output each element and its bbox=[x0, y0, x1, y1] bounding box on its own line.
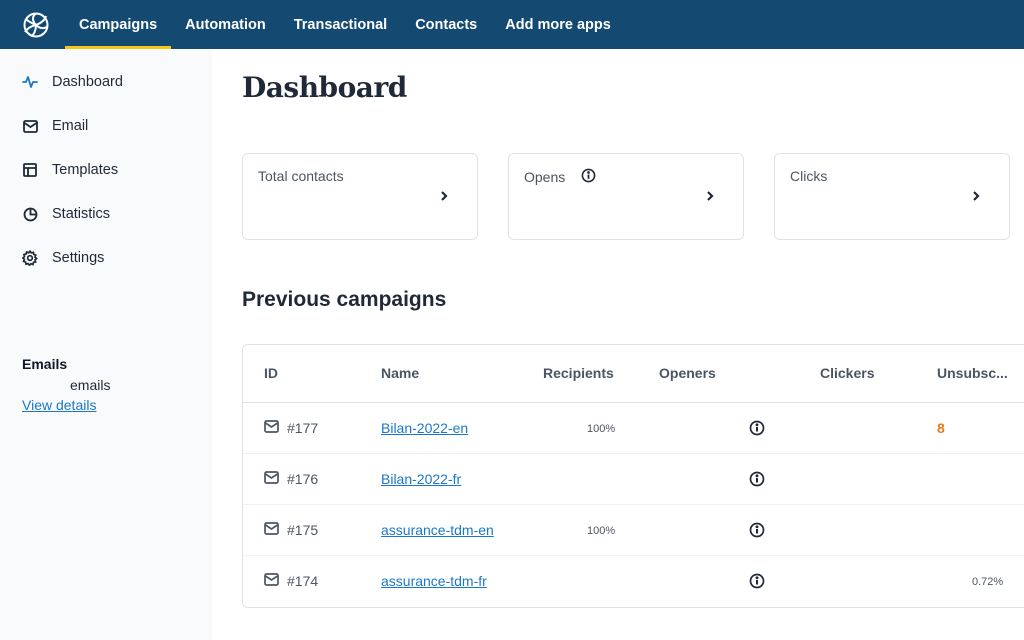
info-icon[interactable] bbox=[749, 522, 765, 538]
top-nav: Campaigns Automation Transactional Conta… bbox=[65, 0, 625, 49]
campaigns-table: ID Name Recipients Openers Clickers Unsu… bbox=[242, 344, 1024, 608]
layout-icon bbox=[22, 162, 38, 178]
sidebar-item-label: Email bbox=[52, 118, 89, 134]
sidebar: Dashboard Email Templates Statistics Set… bbox=[0, 49, 212, 640]
envelope-icon bbox=[264, 522, 279, 538]
campaign-name-link[interactable]: assurance-tdm-fr bbox=[381, 573, 487, 589]
card-total-contacts[interactable]: Total contacts bbox=[242, 153, 478, 240]
envelope-icon bbox=[264, 420, 279, 436]
main-content: Dashboard Total contacts Opens Clicks Pr… bbox=[212, 49, 1024, 640]
campaign-name-link[interactable]: Bilan-2022-en bbox=[381, 420, 468, 436]
campaign-name-link[interactable]: Bilan-2022-fr bbox=[381, 471, 461, 487]
tab-campaigns[interactable]: Campaigns bbox=[65, 0, 172, 49]
emails-count: emails bbox=[70, 377, 111, 393]
column-header-recipients[interactable]: Recipients bbox=[543, 365, 614, 381]
campaign-id: #174 bbox=[287, 573, 319, 589]
campaign-id: #175 bbox=[287, 522, 319, 538]
chevron-right-icon bbox=[971, 189, 981, 203]
tab-contacts[interactable]: Contacts bbox=[401, 0, 491, 49]
card-clicks[interactable]: Clicks bbox=[774, 153, 1010, 240]
column-header-name[interactable]: Name bbox=[381, 365, 419, 381]
column-header-unsubscribed[interactable]: Unsubsc... bbox=[937, 365, 1008, 381]
sidebar-item-dashboard[interactable]: Dashboard bbox=[22, 74, 123, 90]
card-label: Opens bbox=[524, 169, 566, 185]
emails-title: Emails bbox=[22, 356, 68, 372]
info-icon[interactable] bbox=[749, 471, 765, 487]
sidebar-item-settings[interactable]: Settings bbox=[22, 250, 104, 266]
table-header: ID Name Recipients Openers Clickers Unsu… bbox=[243, 345, 1024, 403]
sidebar-item-email[interactable]: Email bbox=[22, 118, 88, 134]
pie-chart-icon bbox=[22, 206, 38, 222]
table-row[interactable]: #177 Bilan-2022-en 100% 8 bbox=[243, 403, 1024, 454]
tab-add-more-apps[interactable]: Add more apps bbox=[491, 0, 625, 49]
column-header-clickers[interactable]: Clickers bbox=[820, 365, 874, 381]
sidebar-item-label: Dashboard bbox=[52, 74, 123, 90]
sidebar-item-statistics[interactable]: Statistics bbox=[22, 206, 110, 222]
envelope-icon bbox=[264, 573, 279, 589]
section-title-previous-campaigns: Previous campaigns bbox=[242, 288, 447, 311]
top-navigation-bar: Campaigns Automation Transactional Conta… bbox=[0, 0, 1024, 49]
campaign-id: #177 bbox=[287, 420, 319, 436]
tab-automation[interactable]: Automation bbox=[171, 0, 280, 49]
gear-icon bbox=[22, 250, 38, 266]
sidebar-item-label: Templates bbox=[52, 162, 119, 178]
sendinblue-logo-icon[interactable] bbox=[21, 10, 51, 40]
view-details-link[interactable]: View details bbox=[22, 397, 96, 413]
info-icon[interactable] bbox=[749, 420, 765, 436]
table-row[interactable]: #176 Bilan-2022-fr bbox=[243, 454, 1024, 505]
campaign-id: #176 bbox=[287, 471, 319, 487]
recipients-value: 100% bbox=[587, 423, 616, 435]
sidebar-item-templates[interactable]: Templates bbox=[22, 162, 118, 178]
campaign-name-link[interactable]: assurance-tdm-en bbox=[381, 522, 494, 538]
chevron-right-icon bbox=[439, 189, 449, 203]
chevron-right-icon bbox=[705, 189, 715, 203]
card-label: Total contacts bbox=[258, 168, 344, 184]
tab-transactional[interactable]: Transactional bbox=[280, 0, 401, 49]
sidebar-item-label: Statistics bbox=[52, 206, 111, 222]
info-icon[interactable] bbox=[749, 573, 765, 589]
card-opens[interactable]: Opens bbox=[508, 153, 744, 240]
unsubscribed-value: 0.72% bbox=[972, 576, 1004, 588]
table-row[interactable]: #175 assurance-tdm-en 100% bbox=[243, 505, 1024, 556]
card-label: Clicks bbox=[790, 168, 828, 184]
page-title: Dashboard bbox=[242, 71, 407, 104]
unsubscribed-value: 8 bbox=[937, 420, 945, 436]
table-row[interactable]: #174 assurance-tdm-fr 0.72% bbox=[243, 556, 1024, 607]
envelope-icon bbox=[264, 471, 279, 487]
recipients-value: 100% bbox=[587, 525, 616, 537]
emails-credits-block: Emails emails View details bbox=[22, 356, 110, 413]
sidebar-item-label: Settings bbox=[52, 250, 105, 266]
info-icon[interactable] bbox=[581, 168, 596, 186]
activity-pulse-icon bbox=[22, 74, 38, 90]
column-header-openers[interactable]: Openers bbox=[659, 365, 716, 381]
column-header-id[interactable]: ID bbox=[264, 365, 278, 381]
envelope-icon bbox=[22, 118, 38, 134]
